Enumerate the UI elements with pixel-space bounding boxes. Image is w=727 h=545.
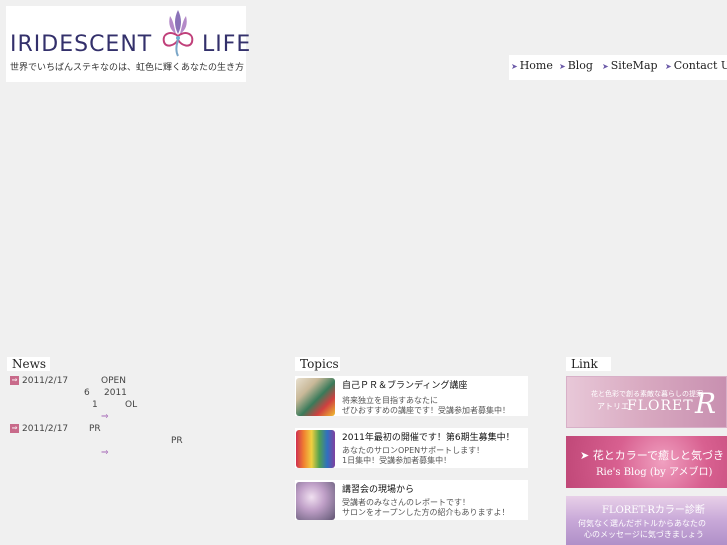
link-heading: Link [566, 357, 611, 371]
blog-banner[interactable]: ➤ 花とカラーで癒しと気づき Rie's Blog (by アメブロ) [566, 436, 727, 488]
color-diagnosis-banner[interactable]: FLORET-Rカラー診断 何気なく選んだボトルからあなたの 心のメッセージに気… [566, 496, 727, 545]
topic-title: 2011年最初の開催です！第6期生募集中！ [342, 433, 515, 443]
nav-sitemap-label: SiteMap [610, 59, 658, 72]
banner-description: 何気なく選んだボトルからあなたの [578, 519, 706, 528]
main-nav: ➤Home ➤Blog ➤SiteMap ➤Contact Us [509, 55, 727, 80]
news-text: 2011 [104, 388, 127, 398]
topic-title: 講習会の現場から [342, 485, 415, 495]
news-heading: News [7, 357, 50, 371]
banner-letter: R [695, 387, 717, 420]
nav-contact-label: Contact Us [673, 59, 727, 72]
news-date: 2011/2/17 [22, 376, 69, 386]
topic-description: 1日集中！受講参加者募集中！ [342, 456, 452, 465]
arrow-right-icon: ➤ [602, 62, 609, 71]
banner-title: ➤ 花とカラーで癒しと気づき [580, 449, 725, 462]
topic-item[interactable]: 2011年最初の開催です！第6期生募集中！ あなたのサロンOPENサポートします… [295, 428, 528, 468]
lotus-logo-icon [162, 10, 194, 57]
arrow-square-icon: ⇒ [10, 424, 19, 433]
news-text: PR [171, 436, 183, 446]
news-item[interactable]: ⇒ 2011/2/17 [10, 424, 68, 434]
news-date: 2011/2/17 [22, 424, 69, 434]
banner-title: FLORET-Rカラー診断 [602, 505, 705, 516]
arrow-right-icon: ➤ [511, 62, 518, 71]
topics-heading: Topics [295, 357, 340, 371]
logo-word-iridescent: IRIDESCENT [10, 32, 153, 57]
news-item[interactable]: ⇒ 2011/2/17 [10, 376, 68, 386]
topic-thumbnail [296, 430, 335, 468]
nav-home-link[interactable]: ➤ Home [511, 59, 553, 72]
nav-blog-label: Blog [567, 59, 593, 72]
arrow-right-icon: ➤ [665, 62, 672, 71]
banner-description: 心のメッセージに気づきましょう [584, 530, 704, 539]
news-more-link[interactable]: ⇒ [101, 412, 109, 422]
arrow-square-icon: ⇒ [10, 376, 19, 385]
site-logo[interactable]: IRIDESCENT LIFE 世界でいちばんステキなのは、虹色に輝くあなたの生… [6, 6, 250, 82]
news-text: PR [89, 424, 101, 434]
arrow-right-icon: ➤ [559, 62, 566, 71]
nav-home-label: Home [519, 59, 553, 72]
floret-r-banner[interactable]: 花と色彩で創る素敵な暮らしの提案 アトリエ FLORET R [566, 376, 727, 428]
logo-tagline: 世界でいちばんステキなのは、虹色に輝くあなたの生き方 [10, 63, 245, 73]
topic-item[interactable]: 自己ＰＲ＆ブランディング講座 将来独立を目指すあなたに ぜひおすすめの講座です！… [295, 376, 528, 416]
topic-thumbnail [296, 378, 335, 416]
news-text: OL [125, 400, 138, 410]
topic-title: 自己ＰＲ＆ブランディング講座 [342, 381, 468, 391]
topic-thumbnail [296, 482, 335, 520]
nav-contact-link[interactable]: ➤Contact Us [665, 59, 727, 72]
news-text: 1 [92, 400, 98, 410]
banner-subtitle: Rie's Blog (by アメブロ) [596, 467, 713, 478]
topic-item[interactable]: 講習会の現場から 受講者のみなさんのレポートです！ サロンをオープンした方の紹介… [295, 480, 528, 520]
nav-blog-link[interactable]: ➤ Blog [559, 59, 593, 72]
news-text: OPEN [101, 376, 126, 386]
topic-description: サロンをオープンした方の紹介もありますよ！ [342, 508, 510, 517]
logo-word-life: LIFE [202, 32, 252, 57]
banner-caption: アトリエ [597, 402, 629, 411]
banner-brand: FLORET [627, 398, 694, 414]
news-more-link[interactable]: ⇒ [101, 448, 109, 458]
news-text: 6 [84, 388, 90, 398]
nav-sitemap-link[interactable]: ➤ SiteMap [602, 59, 658, 72]
topic-description: ぜひおすすめの講座です！受講参加者募集中！ [342, 406, 510, 415]
